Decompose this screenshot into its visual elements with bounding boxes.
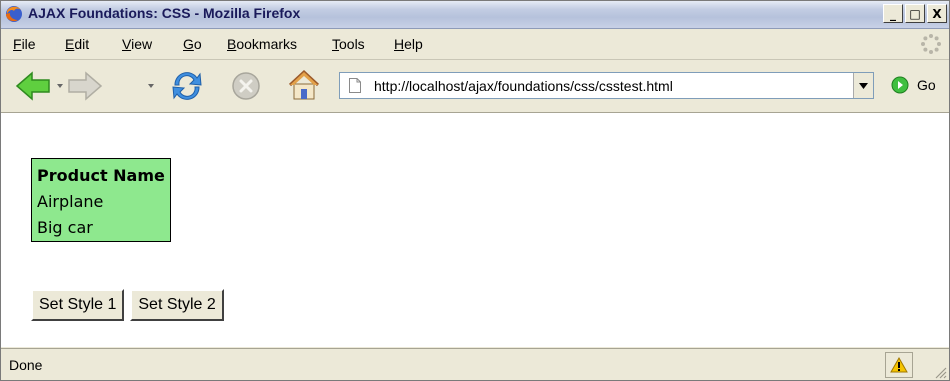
- menu-file-rest: ile: [21, 36, 36, 52]
- go-button[interactable]: Go: [891, 75, 936, 95]
- page-icon: [349, 78, 361, 93]
- menu-go-accel: G: [183, 36, 194, 52]
- navigation-toolbar: http://localhost/ajax/foundations/css/cs…: [1, 60, 949, 113]
- set-style-2-button[interactable]: Set Style 2: [130, 289, 224, 321]
- table-header: Product Name: [37, 166, 165, 185]
- resize-grip-icon[interactable]: [933, 365, 947, 379]
- forward-arrow-icon: [68, 71, 103, 101]
- status-bar: Done: [1, 348, 949, 380]
- go-label: Go: [917, 77, 936, 93]
- status-text: Done: [9, 357, 43, 373]
- menu-tools[interactable]: Tools: [332, 36, 365, 52]
- menu-go-rest: o: [193, 36, 202, 52]
- menu-edit-accel: E: [65, 36, 75, 52]
- url-text[interactable]: http://localhost/ajax/foundations/css/cs…: [374, 78, 673, 94]
- reload-icon[interactable]: [169, 69, 205, 103]
- go-arrow-icon: [891, 76, 909, 94]
- title-bar[interactable]: AJAX Foundations: CSS - Mozilla Firefox …: [1, 1, 949, 29]
- menu-bookmarks-rest: ookmarks: [236, 36, 298, 52]
- minimize-icon: _: [890, 6, 896, 21]
- window-controls: _ □ X: [883, 4, 947, 23]
- table-cell: Airplane: [37, 192, 104, 211]
- maximize-icon: □: [909, 6, 921, 21]
- menu-bar: File Edit View Go Bookmarks Tools Help: [1, 29, 949, 60]
- menu-bookmarks-accel: B: [227, 36, 237, 52]
- stop-icon: [232, 72, 260, 100]
- menu-view-rest: iew: [131, 36, 153, 52]
- menu-tools-rest: ools: [339, 36, 365, 52]
- home-icon[interactable]: [286, 68, 322, 102]
- menu-view-accel: V: [122, 36, 132, 52]
- menu-view[interactable]: View: [122, 36, 152, 52]
- back-dropdown-icon[interactable]: [57, 84, 63, 88]
- menu-go[interactable]: Go: [183, 36, 202, 52]
- menu-file[interactable]: File: [13, 36, 36, 52]
- forward-dropdown-icon: [148, 84, 154, 88]
- close-button[interactable]: X: [927, 4, 947, 23]
- chevron-down-icon: [859, 82, 868, 89]
- firefox-icon: [6, 6, 22, 22]
- menu-help[interactable]: Help: [394, 36, 423, 52]
- menu-file-accel: F: [13, 36, 22, 52]
- throbber-icon: [921, 34, 941, 54]
- style-buttons: Set Style 1 Set Style 2: [31, 289, 224, 321]
- product-table: Product Name Airplane Big car: [31, 158, 171, 242]
- maximize-button[interactable]: □: [905, 4, 925, 23]
- url-bar[interactable]: http://localhost/ajax/foundations/css/cs…: [339, 72, 874, 99]
- status-warning-indicator[interactable]: [885, 352, 913, 378]
- close-icon: X: [932, 6, 942, 21]
- menu-edit-rest: dit: [74, 36, 90, 52]
- menu-help-rest: elp: [404, 36, 423, 52]
- browser-window: AJAX Foundations: CSS - Mozilla Firefox …: [0, 0, 950, 381]
- minimize-button[interactable]: _: [883, 4, 903, 23]
- table-row: Airplane: [32, 189, 170, 215]
- table-header-row: Product Name: [32, 159, 170, 189]
- table-row: Big car: [32, 215, 170, 241]
- back-arrow-icon[interactable]: [15, 71, 51, 101]
- menu-edit[interactable]: Edit: [65, 36, 89, 52]
- window-title: AJAX Foundations: CSS - Mozilla Firefox: [28, 5, 301, 21]
- menu-bookmarks[interactable]: Bookmarks: [227, 36, 297, 52]
- url-dropdown-button[interactable]: [853, 73, 873, 98]
- page-content: Product Name Airplane Big car Set Style …: [1, 113, 949, 347]
- table-cell: Big car: [37, 218, 93, 237]
- set-style-1-button[interactable]: Set Style 1: [31, 289, 125, 321]
- menu-help-accel: H: [394, 36, 405, 52]
- warning-icon: [890, 357, 908, 373]
- menu-tools-accel: T: [332, 36, 339, 52]
